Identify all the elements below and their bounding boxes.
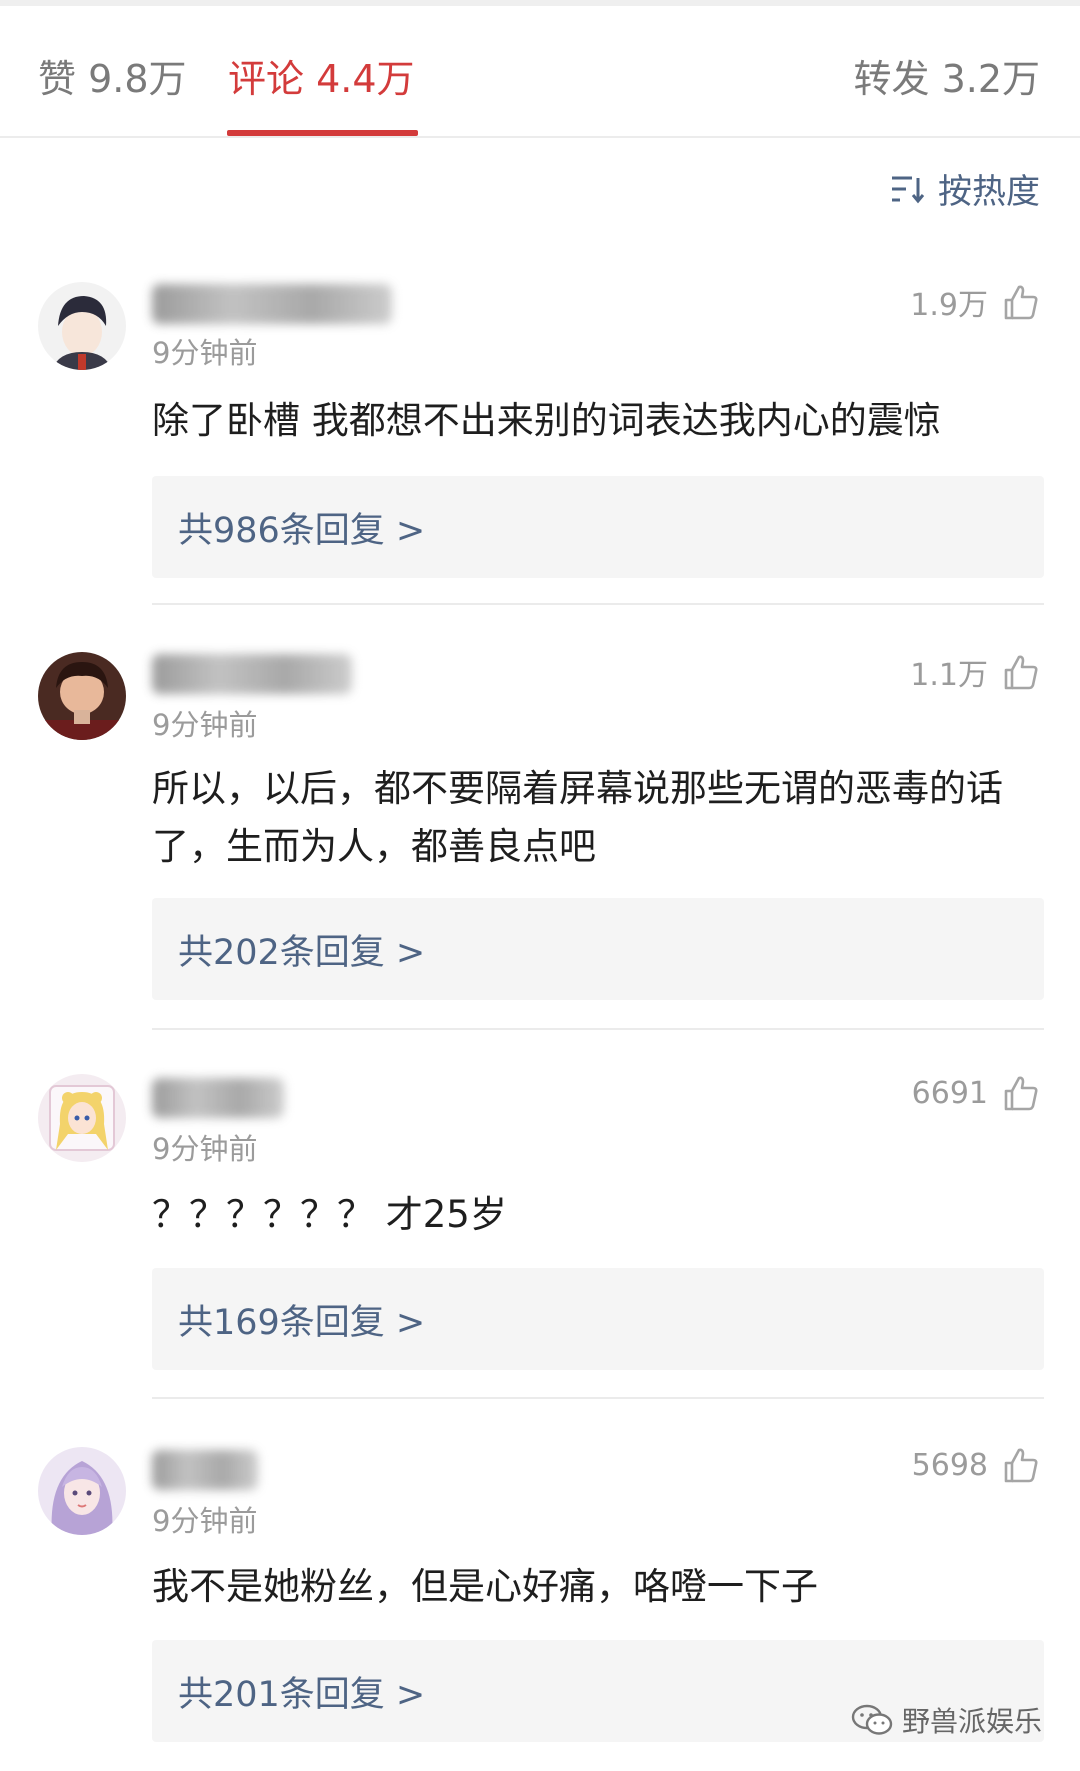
like-button[interactable]: 5698	[912, 1446, 1040, 1484]
comment-time: 9分钟前	[152, 1504, 258, 1538]
like-count: 5698	[911, 1447, 988, 1483]
divider	[152, 1028, 1044, 1030]
thumbs-up-icon	[1004, 1076, 1038, 1111]
avatar[interactable]	[38, 652, 126, 740]
avatar-image	[38, 282, 126, 370]
like-count: 1.1万	[910, 658, 988, 693]
like-button[interactable]: 6691	[912, 1074, 1040, 1112]
active-tab-indicator	[227, 130, 418, 136]
username-blurred[interactable]	[152, 1450, 258, 1490]
divider	[152, 603, 1044, 605]
comment-text: ？？？？？？ 才25岁	[152, 1193, 507, 1236]
like-button[interactable]: 1.9万	[910, 280, 1040, 324]
divider	[152, 1397, 1044, 1399]
comment-time: 9分钟前	[152, 708, 258, 742]
avatar[interactable]	[38, 282, 126, 370]
avatar-image	[38, 652, 126, 740]
tab-likes[interactable]: 赞 9.8万	[38, 48, 187, 103]
watermark-text: 野兽派娱乐	[901, 1705, 1042, 1738]
thumbs-up-icon	[1004, 1448, 1038, 1483]
like-count: 1.9万	[910, 288, 988, 323]
replies-button[interactable]: 共169条回复 >	[152, 1268, 1044, 1370]
avatar[interactable]	[38, 1447, 126, 1535]
sort-button[interactable]: 按热度	[890, 164, 1040, 213]
username-blurred[interactable]	[152, 1078, 284, 1118]
wechat-icon	[851, 1704, 893, 1735]
tab-reposts[interactable]: 转发 3.2万	[853, 48, 1040, 103]
avatar-image	[38, 1074, 126, 1162]
comment-time: 9分钟前	[152, 1132, 258, 1166]
replies-button[interactable]: 共202条回复 >	[152, 898, 1044, 1000]
avatar[interactable]	[38, 1074, 126, 1162]
username-blurred[interactable]	[152, 654, 352, 694]
tab-comments[interactable]: 评论 4.4万	[228, 48, 415, 103]
watermark: 野兽派娱乐	[850, 1700, 1042, 1740]
comment-text: 我不是她粉丝，但是心好痛，咯噔一下子	[152, 1565, 818, 1608]
comment-text: 所以，以后，都不要隔着屏幕说那些无谓的恶毒的话了，生而为人，都善良点吧	[152, 767, 1003, 868]
comment-text: 除了卧槽 我都想不出来别的词表达我内心的震惊	[152, 399, 941, 442]
sort-icon	[892, 176, 925, 203]
replies-button[interactable]: 共986条回复 >	[152, 476, 1044, 578]
username-blurred[interactable]	[152, 284, 392, 324]
avatar-image	[38, 1447, 126, 1535]
thumbs-up-icon	[1004, 655, 1038, 690]
comment-time: 9分钟前	[152, 336, 258, 370]
like-button[interactable]: 1.1万	[910, 650, 1040, 694]
tab-bar: 赞 9.8万 评论 4.4万 转发 3.2万	[0, 6, 1080, 138]
sort-label: 按热度	[938, 172, 1040, 212]
thumbs-up-icon	[1004, 285, 1038, 320]
like-count: 6691	[911, 1075, 988, 1111]
